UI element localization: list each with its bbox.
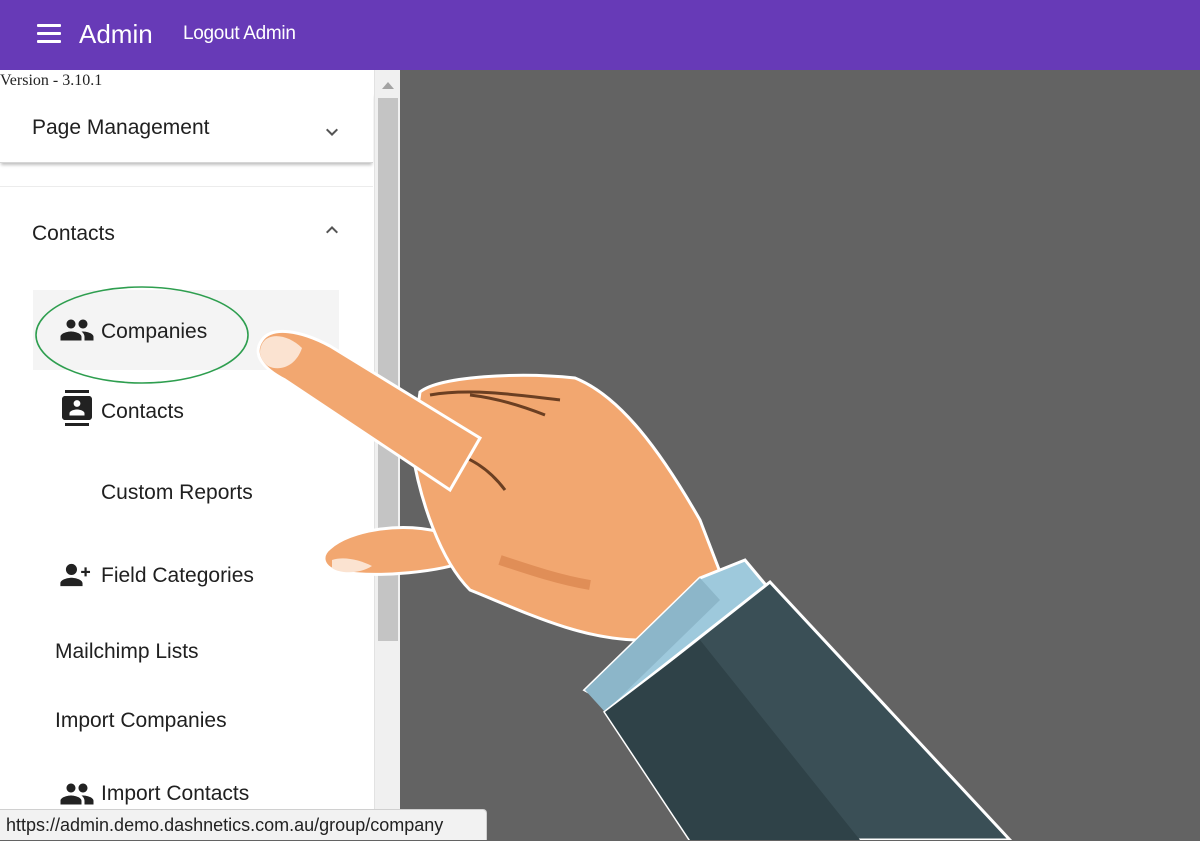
status-bar-url: https://admin.demo.dashnetics.com.au/gro…: [0, 809, 487, 840]
highlight-ellipse: [35, 286, 249, 384]
pointing-hand-overlay: [35, 286, 1013, 840]
